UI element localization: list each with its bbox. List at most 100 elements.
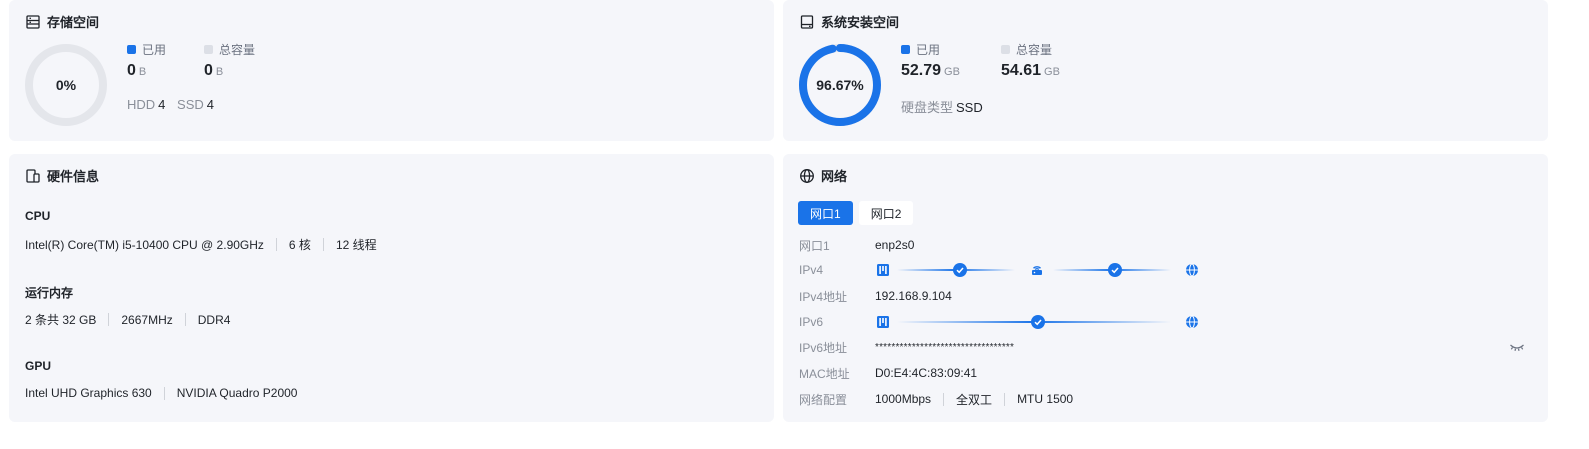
total-unit: B: [215, 66, 224, 78]
router-icon: [1030, 263, 1044, 277]
port-value: enp2s0: [875, 238, 915, 252]
divider: [943, 392, 945, 406]
ipv4-address-label: IPv4地址: [799, 289, 848, 304]
used-value: 52.79: [901, 62, 942, 79]
cpu-model: Intel(R) Core(TM) i5-10400 CPU @ 2.90GHz: [25, 237, 264, 252]
divider: [108, 313, 110, 326]
storage-used-legend: 已用 0B: [127, 41, 166, 80]
ipv4-label: IPv4: [799, 263, 824, 277]
ipv6-label: IPv6: [799, 315, 824, 329]
divider: [163, 386, 165, 400]
network-config-row: 网络配置 1000Mbps 全双工 MTU 1500: [799, 389, 1539, 409]
divider: [1004, 392, 1006, 406]
network-config-value: 1000Mbps 全双工 MTU 1500: [875, 391, 1073, 408]
memory-details: 2 条共 32 GB 2667MHz DDR4: [25, 311, 230, 328]
memory-freq: 2667MHz: [121, 312, 173, 327]
disk-icon: [800, 14, 814, 29]
ipv4-topology: [875, 260, 1205, 280]
cpu-cores: 6 核: [288, 238, 311, 252]
divider: [184, 313, 186, 326]
link-speed: 1000Mbps: [875, 392, 932, 406]
gpu-details: Intel UHD Graphics 630 NVIDIA Quadro P20…: [25, 386, 297, 400]
duplex-mode: 全双工: [956, 392, 993, 407]
used-unit: B: [138, 66, 147, 78]
disk-type-label: 硬盘类型: [901, 100, 954, 115]
network-port-icon: [876, 263, 890, 277]
ipv6-address-value: **********************************: [875, 341, 1015, 353]
total-value: 0: [204, 62, 213, 79]
network-card: 网络 网口1 网口2 网口1 enp2s0 IPv4 IPv4地址 192.16…: [783, 154, 1548, 422]
hdd-label: HDD: [127, 97, 156, 112]
storage-icon: [26, 14, 40, 29]
ipv6-address-label: IPv6地址: [799, 340, 848, 355]
ssd-label: SSD: [177, 97, 204, 112]
memory-size: 2 条共 32 GB: [25, 313, 97, 327]
divider: [275, 238, 277, 251]
storage-total-legend: 总容量 0B: [204, 41, 255, 80]
internet-globe-icon: [1185, 315, 1199, 329]
mac-label: MAC地址: [799, 366, 850, 381]
check-icon: [1108, 263, 1122, 277]
storage-title-text: 存储空间: [47, 15, 100, 30]
total-dot-icon: [1001, 45, 1010, 54]
memory-label: 运行内存: [25, 286, 74, 300]
storage-title: 存储空间: [25, 12, 99, 31]
system-usage-donut: 96.67%: [797, 42, 883, 128]
mac-row: MAC地址 D0:E4:4C:83:09:41: [799, 363, 1539, 383]
tab-port-1[interactable]: 网口1: [798, 201, 853, 225]
hdd-count: 4: [158, 97, 166, 112]
gpu-label: GPU: [25, 359, 52, 373]
used-value: 0: [127, 62, 136, 79]
hardware-title: 硬件信息: [25, 166, 99, 185]
ipv6-address-row: IPv6地址 *********************************…: [799, 337, 1539, 357]
total-dot-icon: [204, 45, 213, 54]
hardware-card: 硬件信息 CPU Intel(R) Core(TM) i5-10400 CPU …: [9, 154, 774, 422]
network-config-label: 网络配置: [799, 392, 848, 407]
ipv4-row: IPv4: [799, 260, 1539, 280]
memory-type: DDR4: [197, 312, 231, 327]
gpu-1: Intel UHD Graphics 630: [25, 386, 152, 400]
ipv4-address-row: IPv4地址 192.168.9.104: [799, 286, 1539, 306]
hardware-title-text: 硬件信息: [47, 169, 100, 184]
storage-usage-donut: 0%: [23, 42, 109, 128]
system-total-legend: 总容量 54.61 GB: [1001, 41, 1060, 80]
cpu-details: Intel(R) Core(TM) i5-10400 CPU @ 2.90GHz…: [25, 236, 377, 253]
mtu: MTU 1500: [1017, 392, 1074, 406]
port-label: 网口1: [799, 238, 830, 253]
port-row: 网口1 enp2s0: [799, 235, 1539, 255]
ipv6-topology: [875, 312, 1205, 332]
system-space-card: 系统安装空间 96.67% 已用 52.79 GB 总容量 54.61 GB 硬盘类…: [783, 0, 1548, 141]
storage-percent: 0%: [55, 77, 77, 93]
total-label: 总容量: [219, 43, 256, 57]
globe-icon: [800, 168, 814, 183]
system-title: 系统安装空间: [799, 12, 899, 31]
network-title: 网络: [799, 166, 847, 185]
ssd-count: 4: [206, 97, 214, 112]
used-dot-icon: [901, 45, 910, 54]
check-icon: [953, 263, 967, 277]
disk-type: 硬盘类型 SSD: [901, 97, 991, 116]
used-label: 已用: [916, 43, 941, 57]
total-unit: GB: [1044, 66, 1060, 78]
disk-type-value: SSD: [956, 100, 983, 115]
port-tabs: 网口1 网口2: [798, 201, 914, 225]
total-label: 总容量: [1016, 43, 1053, 57]
network-title-text: 网络: [821, 169, 848, 184]
devices-icon: [26, 168, 40, 183]
eye-closed-icon[interactable]: [1509, 341, 1525, 353]
used-unit: GB: [944, 66, 960, 78]
ipv6-row: IPv6: [799, 312, 1539, 332]
system-percent: 96.67%: [816, 77, 864, 93]
used-label: 已用: [142, 43, 167, 57]
ipv4-address-value: 192.168.9.104: [875, 289, 952, 303]
used-dot-icon: [127, 45, 136, 54]
divider: [322, 238, 324, 251]
system-used-legend: 已用 52.79 GB: [901, 41, 960, 80]
gpu-2: NVIDIA Quadro P2000: [176, 386, 298, 400]
total-value: 54.61: [1001, 62, 1042, 79]
tab-port-2[interactable]: 网口2: [858, 201, 914, 225]
cpu-threads: 12 线程: [335, 238, 377, 252]
check-icon: [1031, 315, 1045, 329]
disk-counts: HDD 4 SSD 4: [127, 97, 222, 112]
mac-value: D0:E4:4C:83:09:41: [875, 366, 978, 380]
